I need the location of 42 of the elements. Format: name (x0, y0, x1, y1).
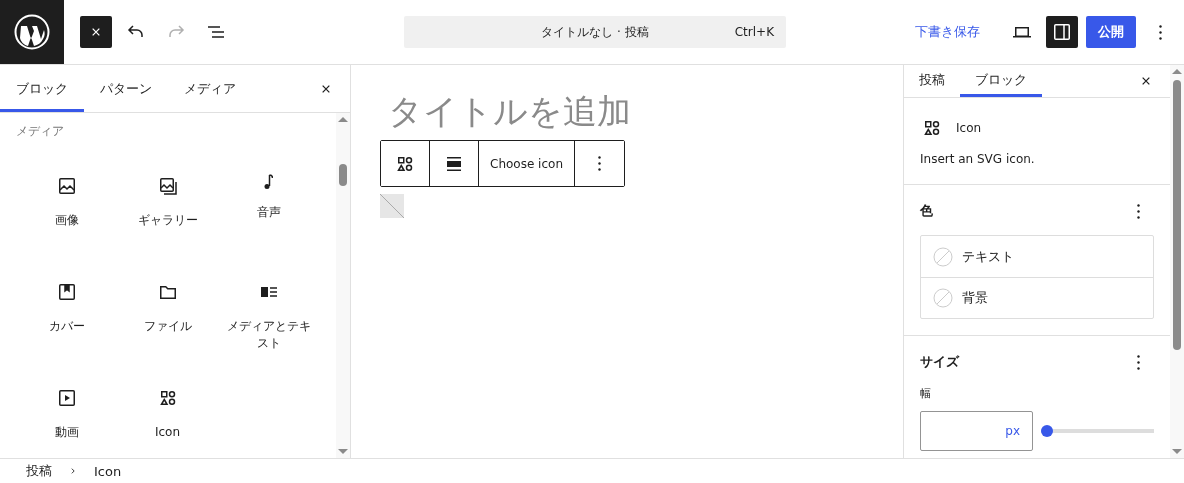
scrollbar[interactable] (336, 113, 350, 458)
close-button[interactable] (80, 16, 112, 48)
color-option[interactable]: 背景 (921, 277, 1153, 318)
block-item[interactable]: ギャラリー (117, 170, 218, 258)
block-item[interactable]: ファイル (117, 276, 218, 364)
no-color-icon (933, 246, 953, 267)
slider-thumb[interactable] (1041, 425, 1053, 437)
save-draft-link[interactable]: 下書き保存 (907, 23, 988, 41)
block-item[interactable]: 画像 (16, 170, 117, 258)
more-icon (1136, 354, 1140, 370)
wordpress-logo[interactable] (0, 0, 64, 64)
field-label: 幅 (920, 386, 932, 401)
block-item[interactable]: カバー (16, 276, 117, 364)
section-heading: サイズ (920, 353, 959, 371)
block-description: Insert an SVG icon. (920, 152, 1036, 166)
more-icon (598, 156, 601, 171)
category-heading: メディア (16, 123, 65, 140)
block-item[interactable]: 音声 (218, 170, 319, 258)
tab[interactable]: ブロック (0, 65, 84, 112)
block-name: Icon (956, 121, 982, 135)
width-input[interactable]: px (920, 411, 1033, 451)
command-bar[interactable]: タイトルなし · 投稿 Ctrl+K (404, 16, 786, 48)
document-title: タイトルなし · 投稿 (541, 23, 649, 41)
more-icon (1158, 24, 1162, 40)
tab[interactable]: メディア (168, 65, 252, 112)
music-note-icon (263, 174, 274, 190)
block-item[interactable]: メディアとテキスト (218, 276, 319, 364)
unit-label: px (1005, 424, 1020, 438)
settings-button[interactable] (1046, 16, 1078, 48)
scrollbar[interactable] (1170, 65, 1184, 458)
block-type-button[interactable] (381, 141, 430, 186)
no-color-icon (933, 288, 953, 308)
color-option[interactable]: テキスト (921, 236, 1153, 277)
icon-placeholder (380, 194, 404, 218)
more-icon (1136, 203, 1140, 219)
tab[interactable]: ブロック (960, 65, 1042, 97)
tab[interactable]: パターン (84, 65, 168, 112)
shortcut-hint: Ctrl+K (734, 25, 774, 39)
section-heading: 色 (920, 202, 933, 220)
publish-button[interactable]: 公開 (1086, 16, 1136, 48)
tab[interactable]: 投稿 (904, 65, 960, 97)
breadcrumb-link[interactable]: 投稿 (26, 462, 52, 480)
